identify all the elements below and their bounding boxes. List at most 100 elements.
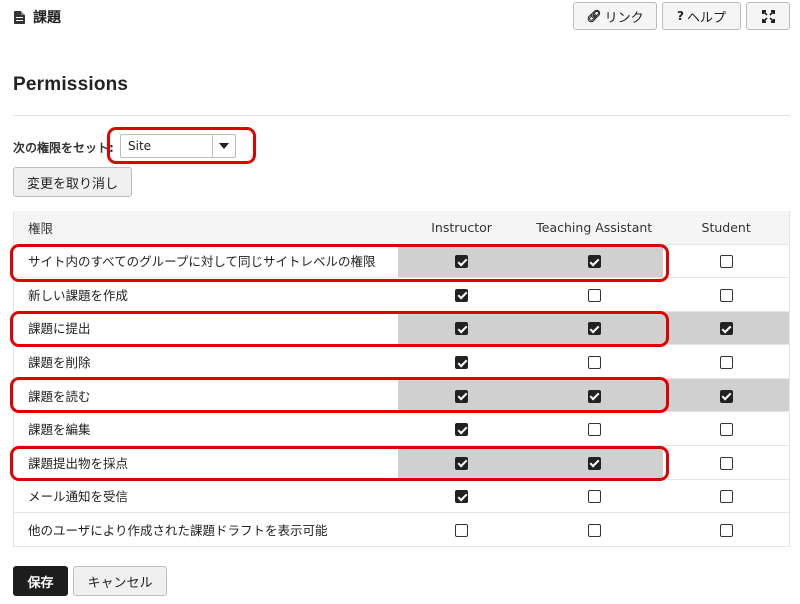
student-checkbox[interactable] (719, 490, 733, 504)
table-row: サイト内のすべてのグループに対して同じサイトレベルの権限 (13, 244, 790, 279)
teaching-assistant-cell (525, 277, 664, 312)
student-cell (663, 512, 790, 547)
role-select[interactable]: Site (120, 134, 236, 158)
instructor-checkbox[interactable] (455, 356, 469, 370)
teaching-assistant-cell (525, 311, 664, 346)
student-checkbox[interactable] (719, 356, 733, 370)
instructor-cell (397, 378, 526, 413)
instructor-checkbox[interactable] (455, 524, 469, 538)
instructor-checkbox[interactable] (455, 456, 469, 470)
table-row: 課題提出物を採点 (13, 445, 790, 480)
student-checkbox[interactable] (719, 288, 733, 302)
teaching-assistant-checkbox[interactable] (587, 490, 601, 504)
dropdown-arrow (212, 135, 235, 157)
table-row: 課題を削除 (13, 344, 790, 379)
instructor-cell (397, 344, 526, 379)
permission-label: サイト内のすべてのグループに対して同じサイトレベルの権限 (13, 244, 398, 279)
student-cell (663, 479, 790, 514)
divider (13, 115, 790, 116)
teaching-assistant-checkbox[interactable] (587, 356, 601, 370)
student-cell (663, 445, 790, 480)
table-row: 課題を読む (13, 378, 790, 413)
teaching-assistant-cell (525, 344, 664, 379)
help-button-label: ヘルプ (686, 10, 726, 26)
permissions-table: 権限 Instructor Teaching Assistant Student… (13, 211, 790, 547)
permission-label: 課題を編集 (13, 411, 398, 447)
student-checkbox[interactable] (719, 255, 733, 269)
teaching-assistant-checkbox[interactable] (587, 389, 601, 403)
student-checkbox[interactable] (719, 322, 733, 336)
link-button[interactable]: 🔗︎ リンク (573, 2, 657, 30)
instructor-checkbox[interactable] (455, 423, 469, 437)
instructor-cell (397, 479, 526, 514)
permission-label: 課題に提出 (13, 311, 398, 346)
student-checkbox[interactable] (719, 389, 733, 403)
teaching-assistant-checkbox[interactable] (587, 288, 601, 302)
chevron-down-icon (219, 143, 229, 149)
instructor-checkbox[interactable] (455, 255, 469, 269)
table-row: 課題に提出 (13, 311, 790, 346)
instructor-checkbox[interactable] (455, 322, 469, 336)
student-checkbox[interactable] (719, 524, 733, 538)
column-header-ta: Teaching Assistant (525, 211, 664, 245)
instructor-checkbox[interactable] (455, 490, 469, 504)
instructor-checkbox[interactable] (455, 389, 469, 403)
permission-label: 新しい課題を作成 (13, 277, 398, 312)
instructor-checkbox[interactable] (455, 288, 469, 302)
table-row: 課題を編集 (13, 411, 790, 447)
permission-label: 課題を削除 (13, 344, 398, 379)
cancel-button[interactable]: キャンセル (73, 566, 167, 596)
role-select-value: Site (128, 139, 152, 153)
toolbar: 🔗︎ リンク ? ヘルプ (573, 2, 790, 30)
student-cell (663, 277, 790, 312)
table-row: 新しい課題を作成 (13, 277, 790, 312)
instructor-cell (397, 277, 526, 312)
question-icon: ? (677, 9, 684, 23)
teaching-assistant-cell (525, 479, 664, 514)
table-header-row: 権限 Instructor Teaching Assistant Student (13, 211, 790, 245)
teaching-assistant-checkbox[interactable] (587, 423, 601, 437)
teaching-assistant-checkbox[interactable] (587, 322, 601, 336)
instructor-cell (397, 445, 526, 480)
document-icon (14, 10, 25, 24)
role-selector-label: 次の権限をセット: (13, 141, 114, 155)
teaching-assistant-checkbox[interactable] (587, 524, 601, 538)
teaching-assistant-checkbox[interactable] (587, 456, 601, 470)
column-header-permission: 権限 (13, 211, 398, 245)
student-cell (663, 411, 790, 447)
permission-label: 課題提出物を採点 (13, 445, 398, 480)
student-cell (663, 344, 790, 379)
teaching-assistant-cell (525, 378, 664, 413)
undo-changes-button[interactable]: 変更を取り消し (13, 167, 132, 197)
student-cell (663, 244, 790, 279)
link-button-label: リンク (604, 10, 644, 26)
student-checkbox[interactable] (719, 456, 733, 470)
table-row: 他のユーザにより作成された課題ドラフトを表示可能 (13, 512, 790, 547)
expand-icon (761, 9, 775, 23)
teaching-assistant-checkbox[interactable] (587, 255, 601, 269)
table-row: メール通知を受信 (13, 479, 790, 514)
column-header-student: Student (663, 211, 790, 245)
save-button[interactable]: 保存 (13, 566, 68, 596)
fullscreen-button[interactable] (746, 2, 790, 30)
link-icon: 🔗︎ (586, 9, 602, 23)
student-checkbox[interactable] (719, 423, 733, 437)
section-title: Permissions (13, 74, 129, 95)
page-header: 課題 (14, 5, 61, 29)
help-button[interactable]: ? ヘルプ (662, 2, 741, 30)
instructor-cell (397, 311, 526, 346)
page-title: 課題 (33, 10, 61, 26)
instructor-cell (397, 244, 526, 279)
student-cell (663, 311, 790, 346)
instructor-cell (397, 411, 526, 447)
teaching-assistant-cell (525, 512, 664, 547)
permission-label: メール通知を受信 (13, 479, 398, 514)
permission-label: 課題を読む (13, 378, 398, 413)
instructor-cell (397, 512, 526, 547)
teaching-assistant-cell (525, 244, 664, 279)
student-cell (663, 378, 790, 413)
permission-label: 他のユーザにより作成された課題ドラフトを表示可能 (13, 512, 398, 547)
teaching-assistant-cell (525, 411, 664, 447)
column-header-instructor: Instructor (397, 211, 526, 245)
teaching-assistant-cell (525, 445, 664, 480)
